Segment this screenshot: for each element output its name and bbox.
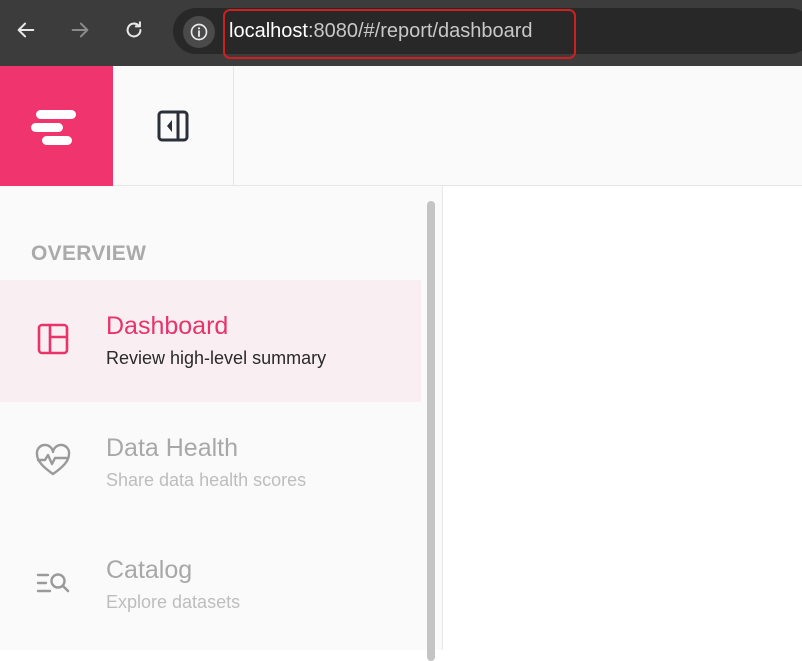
- sidebar-item-title: Catalog: [106, 556, 193, 584]
- reload-icon: [126, 21, 142, 38]
- url-path: :8080/#/report/dashboard: [307, 20, 533, 42]
- dashboard-layout-icon: [33, 319, 73, 359]
- sidebar-scrollbar[interactable]: [427, 201, 435, 661]
- logo-bar-top: [36, 110, 76, 119]
- sidebar-item-catalog[interactable]: Catalog Explore datasets: [0, 524, 421, 646]
- main-content-area: [443, 186, 802, 650]
- logo-bar-bottom: [42, 136, 72, 145]
- sidebar-item-title: Dashboard: [106, 312, 229, 340]
- sidebar-item-subtitle: Share data health scores: [106, 470, 307, 490]
- back-button[interactable]: [12, 16, 40, 44]
- heart-pulse-icon: [33, 441, 73, 481]
- site-info-button[interactable]: [183, 16, 215, 48]
- sidebar-item-subtitle: Explore datasets: [106, 592, 241, 612]
- reload-button[interactable]: [120, 16, 148, 44]
- sidebar-collapse-icon: [157, 110, 189, 142]
- browser-toolbar: localhost:8080/#/report/dashboard: [0, 0, 802, 66]
- url-text[interactable]: localhost:8080/#/report/dashboard: [229, 17, 533, 45]
- sidebar-item-subtitle: Review high-level summary: [106, 348, 327, 368]
- sidebar-item-dashboard[interactable]: Dashboard Review high-level summary: [0, 280, 421, 402]
- sidebar-section-heading: OVERVIEW: [31, 242, 147, 265]
- sidebar-item-data-health[interactable]: Data Health Share data health scores: [0, 402, 421, 524]
- app-header: [0, 66, 802, 186]
- arrow-left-icon: [17, 22, 35, 38]
- list-search-icon: [33, 563, 73, 603]
- sidebar-item-title: Data Health: [106, 434, 239, 462]
- sidebar-toggle-button[interactable]: [113, 66, 234, 186]
- forward-button[interactable]: [66, 16, 94, 44]
- logo-bar-middle: [31, 123, 63, 132]
- sidebar: OVERVIEW Dashboard Review high-level sum…: [0, 186, 443, 661]
- info-icon: [190, 23, 208, 41]
- url-host: localhost: [229, 20, 308, 42]
- app-logo[interactable]: [0, 66, 113, 186]
- arrow-right-icon: [71, 22, 89, 38]
